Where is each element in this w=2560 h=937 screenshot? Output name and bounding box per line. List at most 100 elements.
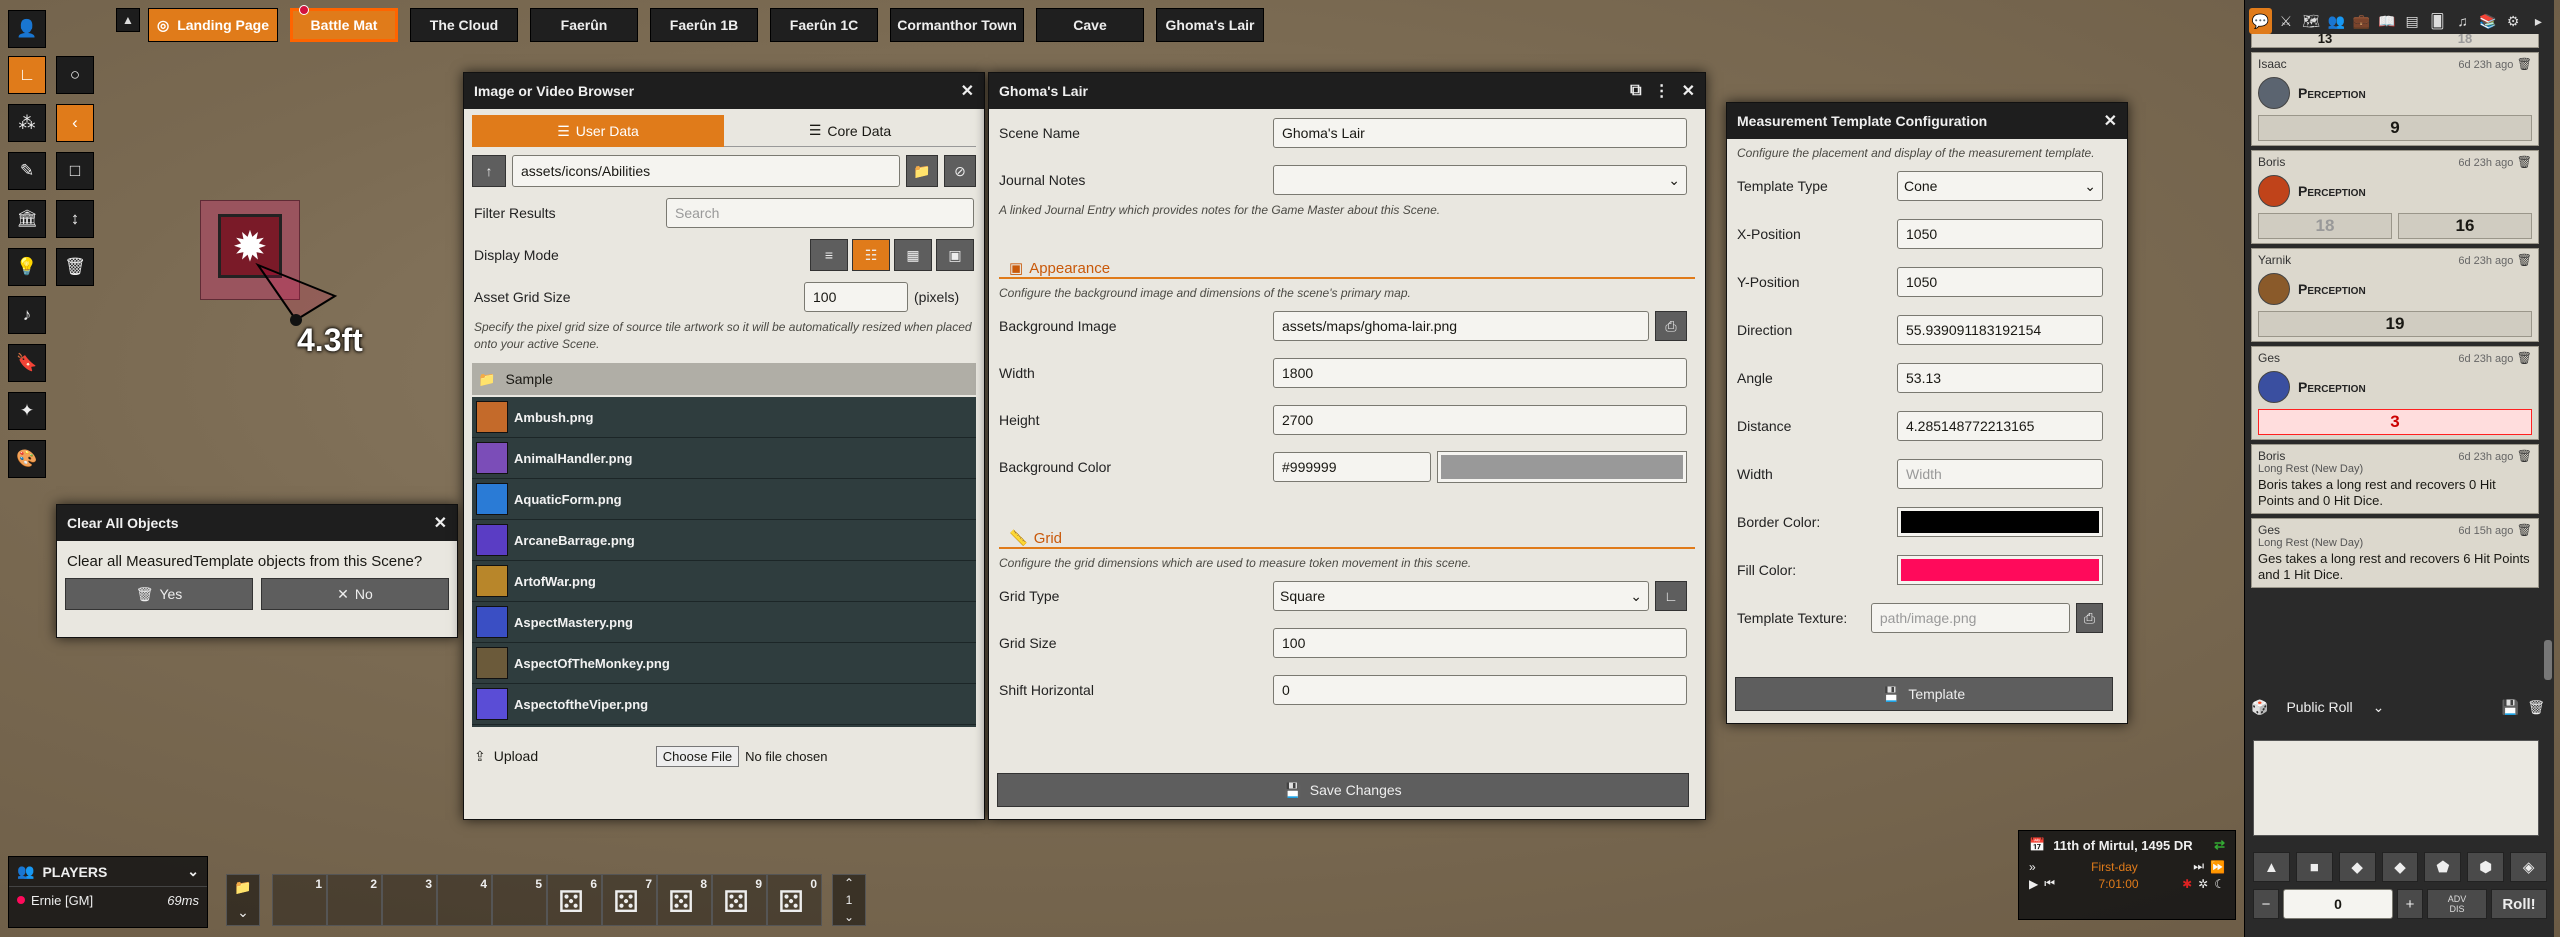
tab-tables[interactable]: ▤ (2401, 8, 2424, 34)
trash-icon[interactable]: 🗑 (2517, 253, 2532, 267)
tab-settings[interactable]: ⚙ (2502, 8, 2525, 34)
sounds-controls-button[interactable]: ♪ (8, 296, 46, 334)
texture-input[interactable] (1870, 603, 2070, 633)
hotbar-slot[interactable]: 6 ⚄ (547, 874, 602, 926)
scene-tab-the-cloud[interactable]: The Cloud (410, 8, 518, 42)
lighting-controls-button[interactable]: 💡 (8, 248, 46, 286)
no-button[interactable]: ✕ No (261, 578, 449, 610)
increment-button[interactable]: + (2397, 889, 2423, 919)
trash-icon[interactable]: 🗑 (2517, 57, 2532, 71)
tab-cards[interactable]: 🂠 (2426, 8, 2449, 34)
folder-header[interactable]: 📁 Sample (472, 363, 976, 395)
circle-template-button[interactable]: ○ (56, 56, 94, 94)
close-icon[interactable]: ✕ (961, 81, 974, 101)
choose-file-button[interactable]: Choose File (655, 745, 740, 767)
d20-button[interactable]: ⬢ (2467, 852, 2505, 882)
d8-button[interactable]: ◆ (2338, 852, 2376, 882)
grid-size-input[interactable] (804, 282, 908, 312)
rect-template-button[interactable]: □ (56, 152, 94, 190)
border-color-picker[interactable] (1897, 507, 2103, 537)
list-item[interactable]: AspectMastery.png (472, 602, 976, 643)
template-type-select[interactable]: Cone ⌄ (1897, 171, 2103, 201)
roll-total[interactable]: 3 (2258, 409, 2532, 435)
hotbar-slot[interactable]: 1 (272, 874, 327, 926)
moon-icon[interactable]: ☾ (2214, 877, 2225, 891)
tab-journal[interactable]: 📖 (2375, 8, 2398, 34)
direction-input[interactable] (1897, 315, 2103, 345)
fast-forward-icon[interactable]: ⏭ (2193, 859, 2204, 874)
file-picker-button[interactable]: ⎙ (1655, 311, 1687, 341)
tab-items[interactable]: 💼 (2350, 8, 2373, 34)
path-input[interactable] (512, 155, 900, 187)
ray-template-button[interactable]: ↕ (56, 200, 94, 238)
decrement-button[interactable]: − (2253, 889, 2279, 919)
close-icon[interactable]: ✕ (434, 513, 447, 533)
menu-icon[interactable]: ⋮ (1654, 81, 1670, 101)
d4-button[interactable]: ▲ (2253, 852, 2290, 882)
roll-mode-select[interactable]: Public Roll ⌄ (2286, 699, 2384, 716)
chat-scrollbar[interactable] (2544, 640, 2552, 680)
measure-controls-button[interactable]: ∟ (8, 56, 46, 94)
tiles-mode-button[interactable]: ▦ (894, 239, 932, 271)
rewind-icon[interactable]: » (2029, 860, 2036, 874)
tab-collapse[interactable]: ▸ (2527, 8, 2550, 34)
shift-h-input[interactable] (1273, 675, 1687, 705)
skip-back-icon[interactable]: ⏮ (2044, 876, 2055, 891)
scene-tab-battle-mat[interactable]: Battle Mat (290, 5, 398, 42)
yes-button[interactable]: 🗑 Yes (65, 578, 253, 610)
cone-template-button[interactable]: ‹ (56, 104, 94, 142)
list-item[interactable]: Ambush.png (472, 397, 976, 438)
list-item[interactable]: ArcaneBarrage.png (472, 520, 976, 561)
scene-tab-faerun-1c[interactable]: Faerûn 1C (770, 8, 878, 42)
roll-total[interactable]: 19 (2258, 311, 2532, 337)
list-item[interactable]: AquaticForm.png (472, 479, 976, 520)
list-item[interactable]: AnimalHandler.png (472, 438, 976, 479)
tab-chat[interactable]: 💬 (2249, 8, 2273, 34)
list-item[interactable]: ArtofWar.png (472, 561, 976, 602)
close-icon[interactable]: ✕ (1682, 81, 1695, 101)
distance-input[interactable] (1897, 411, 2103, 441)
x-position-input[interactable] (1897, 219, 2103, 249)
d100-button[interactable]: ◈ (2510, 852, 2548, 882)
tab-playlists[interactable]: ♫ (2451, 8, 2474, 34)
hotbar-slot[interactable]: 8 ⚄ (657, 874, 712, 926)
notes-controls-button[interactable]: 🔖 (8, 344, 46, 382)
hotbar-slot[interactable]: 0 ⚄ (767, 874, 822, 926)
hotbar-slot[interactable]: 9 ⚄ (712, 874, 767, 926)
folder-icon[interactable]: 📁 (234, 879, 251, 896)
chevron-down-icon[interactable]: ⌄ (237, 904, 249, 921)
scene-nav-toggle[interactable]: ▲ (116, 8, 140, 32)
list-item[interactable]: AspectoftheViper.png (472, 684, 976, 725)
list-item[interactable]: AspectOfTheMonkey.png (472, 643, 976, 684)
trash-icon[interactable]: 🗑 (2517, 351, 2532, 365)
close-icon[interactable]: ✕ (2104, 111, 2117, 131)
tab-combat[interactable]: ⚔ (2274, 8, 2297, 34)
tab-compendium[interactable]: 📚 (2476, 8, 2499, 34)
width-input[interactable] (1273, 358, 1687, 388)
d12-button[interactable]: ⬟ (2424, 852, 2462, 882)
dice-icon[interactable]: 🎲 (2251, 699, 2268, 716)
list-mode-button[interactable]: ≡ (810, 239, 848, 271)
sunrise-icon[interactable]: ✲ (2198, 877, 2208, 891)
adv-dis-toggle[interactable]: ADV DIS (2427, 889, 2487, 919)
chevron-up-icon[interactable]: ⌃ (844, 876, 854, 890)
scene-tab-faerun-1b[interactable]: Faerûn 1B (650, 8, 758, 42)
scene-tab-faerun[interactable]: Faerûn (530, 8, 638, 42)
hotbar-slot[interactable]: 2 (327, 874, 382, 926)
token-controls-button[interactable]: 👤 (8, 10, 46, 48)
width-input[interactable] (1897, 459, 2103, 489)
players-header[interactable]: 👥 PLAYERS ⌄ (9, 857, 207, 887)
grid-config-button[interactable]: ∟ (1655, 581, 1687, 611)
scene-name-input[interactable] (1273, 118, 1687, 148)
drawing-controls-button[interactable]: ✎ (8, 152, 46, 190)
images-mode-button[interactable]: ▣ (936, 239, 974, 271)
fill-color-picker[interactable] (1897, 555, 2103, 585)
roll-total[interactable]: 18 16 (2258, 213, 2532, 239)
scene-tab-cormanthor[interactable]: Cormanthor Town (890, 8, 1024, 42)
tab-actors[interactable]: 👥 (2325, 8, 2348, 34)
effects-controls-button[interactable]: ✦ (8, 392, 46, 430)
palette-controls-button[interactable]: 🎨 (8, 440, 46, 478)
bg-color-picker[interactable] (1437, 451, 1687, 483)
texture-picker-button[interactable]: ⎙ (2075, 603, 2103, 633)
play-icon[interactable]: ▶ (2029, 877, 2038, 891)
